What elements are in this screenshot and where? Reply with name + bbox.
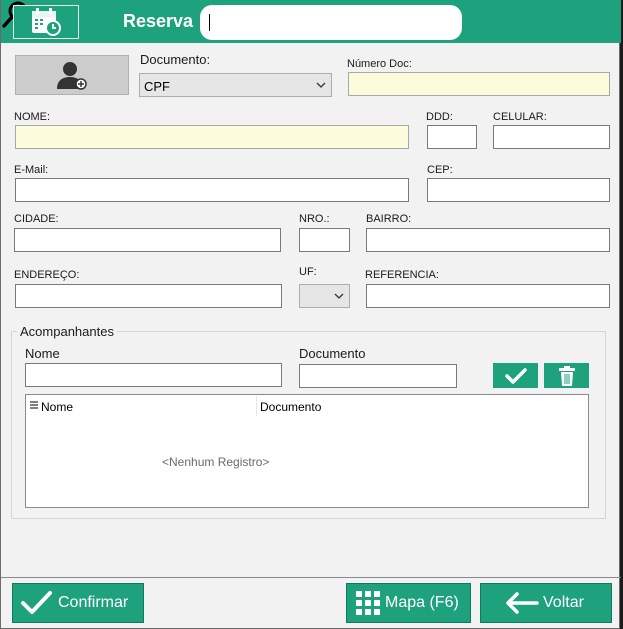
search-input[interactable] [200,5,462,40]
footer-divider [1,577,621,578]
arrow-left-icon [506,592,539,614]
endereco-label: ENDEREÇO: [14,269,80,281]
uf-label: UF: [299,266,317,278]
numero-doc-label: Número Doc: [347,58,412,70]
confirm-button[interactable]: Confirmar [12,583,144,623]
page-title: Reserva [123,11,194,31]
referencia-label: REFERENCIA: [365,269,439,281]
cep-label: CEP: [427,164,453,176]
grid-header-separator [256,396,257,416]
nome-label: NOME: [14,111,51,123]
grid-empty-text: <Nenhum Registro> [162,455,270,469]
acompanhantes-title: Acompanhantes [17,324,117,339]
bairro-label: BAIRRO: [366,213,412,225]
check-icon [504,367,527,384]
trash-icon [558,365,575,386]
documento-select-value: CPF [144,79,170,94]
chevron-down-icon [316,82,326,88]
ddd-label: DDD: [426,111,453,123]
calendar-button[interactable] [13,5,79,39]
map-button[interactable]: Mapa (F6) [346,583,471,623]
numero-doc-field[interactable] [348,72,610,96]
nome-field[interactable] [15,125,409,149]
celular-field[interactable] [493,125,610,149]
map-button-label: Mapa (F6) [385,594,459,611]
documento-select[interactable]: CPF [139,73,332,97]
grid-header-documento[interactable]: Documento [260,400,321,414]
add-user-icon [57,62,87,90]
calendar-clock-icon [32,8,61,36]
reserva-window: Reserva Documento: CPF Número Doc: NOME:… [0,0,621,629]
email-field[interactable] [15,178,409,202]
column-chooser-icon[interactable] [30,401,38,411]
grid-header-nome[interactable]: Nome [41,400,73,414]
add-acompanhante-button[interactable] [493,363,538,388]
back-button[interactable]: Voltar [480,583,612,623]
uf-select[interactable] [299,284,350,308]
acompanhantes-grid[interactable]: Nome Documento <Nenhum Registro> [25,394,589,508]
cidade-label: CIDADE: [14,213,59,225]
acompanhante-nome-field[interactable] [25,363,282,387]
nro-label: NRO.: [299,213,330,225]
ddd-field[interactable] [427,125,477,149]
cep-field[interactable] [427,178,610,202]
email-label: E-Mail: [14,164,49,176]
text-caret [209,14,210,31]
grid-icon [356,591,380,615]
documento-label: Documento: [140,52,211,67]
endereco-field[interactable] [15,284,282,308]
cidade-field[interactable] [14,228,281,252]
acompanhante-documento-label: Documento [299,346,366,361]
add-photo-button[interactable] [15,55,129,95]
acompanhante-documento-field[interactable] [299,364,457,388]
acompanhante-nome-label: Nome [25,346,60,361]
referencia-field[interactable] [366,284,610,308]
header-bar: Reserva [1,0,621,43]
back-button-label: Voltar [543,594,584,611]
chevron-down-icon [334,293,344,299]
celular-label: CELULAR: [493,111,547,123]
delete-acompanhante-button[interactable] [544,363,589,388]
nro-field[interactable] [299,228,350,252]
check-icon [21,591,52,614]
confirm-button-label: Confirmar [58,594,129,611]
bairro-field[interactable] [366,228,610,252]
